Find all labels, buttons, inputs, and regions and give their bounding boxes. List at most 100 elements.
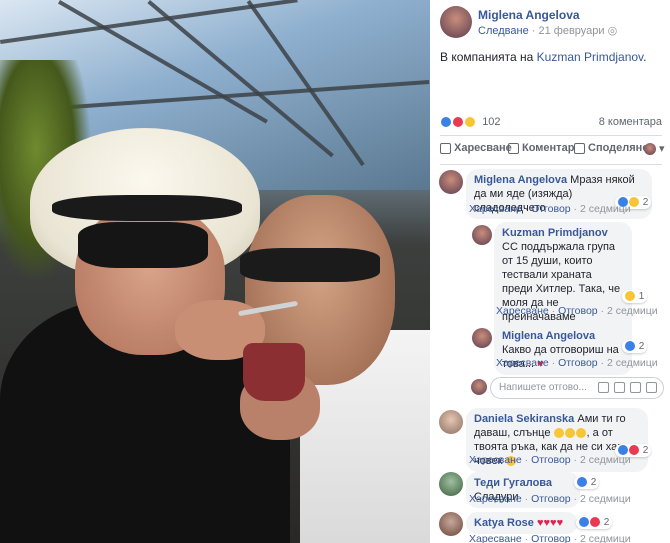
woman-sunglasses bbox=[78, 222, 208, 268]
sticker-icon[interactable] bbox=[646, 382, 657, 393]
mini-avatar bbox=[644, 142, 656, 155]
divider bbox=[440, 135, 662, 136]
haha-icon bbox=[625, 291, 635, 302]
chevron-down-icon: ▾ bbox=[659, 143, 665, 155]
comment-reply-link[interactable]: Отговор bbox=[531, 533, 571, 543]
emoji-icon bbox=[575, 428, 586, 439]
like-icon bbox=[625, 341, 635, 352]
reply-text: СС поддържала група от 15 души, които те… bbox=[502, 241, 621, 337]
reply-avatar[interactable] bbox=[472, 225, 492, 245]
post-meta: Следване · 21 февруари ◎ bbox=[478, 24, 617, 37]
comment-like-link[interactable]: Харесване bbox=[469, 203, 522, 215]
reply-actions: Харесване · Отговор · 2 седмици bbox=[496, 357, 658, 369]
reply-avatar[interactable] bbox=[472, 328, 492, 348]
comment-actions: Харесване · Отговор · 2 седмици bbox=[469, 454, 631, 466]
comment-actions: Харесване · Отговор · 2 седмици bbox=[469, 493, 631, 505]
comment-reaction-count: 2 bbox=[642, 197, 649, 208]
comment-author[interactable]: Daniela Sekiranska bbox=[474, 413, 574, 425]
comment-author[interactable]: Теди Гугалова bbox=[474, 477, 552, 489]
comment-reaction-count: 2 bbox=[642, 445, 649, 456]
thumbs-up-icon bbox=[440, 142, 451, 154]
gif-icon[interactable] bbox=[630, 382, 641, 393]
with-prefix: В компанията на bbox=[440, 50, 534, 64]
comment-avatar[interactable] bbox=[439, 410, 463, 434]
comment-like-link[interactable]: Харесване bbox=[469, 454, 522, 466]
comment-author[interactable]: Miglena Angelova bbox=[474, 174, 567, 186]
comment-button[interactable]: Коментар bbox=[508, 142, 574, 154]
avatar bbox=[439, 512, 463, 536]
like-icon bbox=[440, 116, 452, 129]
compose-avatar bbox=[471, 379, 487, 395]
avatar bbox=[472, 225, 492, 245]
emoji-icon bbox=[564, 428, 575, 439]
post-date[interactable]: 21 февруари bbox=[538, 25, 604, 37]
reply-reactions[interactable]: 1 bbox=[622, 290, 648, 303]
comment-avatar[interactable] bbox=[439, 170, 463, 194]
comment-icon bbox=[508, 142, 519, 154]
tagged-person[interactable]: Kuzman Primdjanov bbox=[537, 50, 644, 64]
comment-reaction-count: 2 bbox=[603, 517, 610, 528]
share-label: Споделяне bbox=[588, 142, 649, 154]
avatar bbox=[439, 410, 463, 434]
emoji-icon[interactable] bbox=[598, 382, 609, 393]
comment-reactions[interactable]: 2 bbox=[576, 516, 613, 529]
man-sunglasses bbox=[240, 248, 380, 282]
reply-reactions[interactable]: 2 bbox=[622, 340, 648, 353]
like-label: Харесване bbox=[454, 142, 512, 154]
reply-reply-link[interactable]: Отговор bbox=[558, 305, 598, 317]
comment-author[interactable]: Katya Rose bbox=[474, 517, 534, 529]
comment-time[interactable]: 2 седмици bbox=[580, 493, 631, 505]
audience-selector[interactable]: ▾ bbox=[644, 142, 665, 155]
follow-link[interactable]: Следване bbox=[478, 25, 529, 37]
comment-time[interactable]: 2 седмици bbox=[580, 203, 631, 215]
reaction-count[interactable]: 102 bbox=[482, 116, 500, 128]
comment-actions: Харесване · Отговор · 2 седмици bbox=[469, 533, 631, 543]
comment-reply-link[interactable]: Отговор bbox=[531, 493, 571, 505]
comment-count[interactable]: 8 коментара bbox=[599, 116, 662, 128]
comment-label: Коментар bbox=[522, 142, 575, 154]
reply-reply-link[interactable]: Отговор bbox=[558, 357, 598, 369]
reaction-summary[interactable]: 102 8 коментара bbox=[440, 116, 662, 130]
share-icon bbox=[574, 142, 585, 154]
emoji-icon bbox=[553, 428, 564, 439]
like-button[interactable]: Харесване bbox=[440, 142, 512, 154]
avatar bbox=[471, 379, 487, 395]
ice-cream-cup bbox=[243, 343, 305, 401]
reply-time[interactable]: 2 седмици bbox=[607, 357, 658, 369]
reply-reaction-count: 2 bbox=[638, 341, 645, 352]
globe-icon: ◎ bbox=[607, 25, 618, 37]
post-author[interactable]: Miglena Angelova bbox=[478, 8, 580, 22]
hat-band bbox=[52, 195, 242, 221]
compose-tools bbox=[593, 382, 657, 396]
comment-avatar[interactable] bbox=[439, 472, 463, 496]
avatar[interactable] bbox=[440, 6, 472, 38]
comment-bubble: Katya Rose ♥♥♥♥ bbox=[466, 512, 578, 534]
like-icon bbox=[577, 477, 587, 488]
comment-reaction-count: 2 bbox=[590, 477, 597, 488]
reply-input[interactable]: Напишете отгово... bbox=[490, 377, 664, 399]
comment-time[interactable]: 2 седмици bbox=[580, 533, 631, 543]
share-button[interactable]: Споделяне bbox=[574, 142, 648, 154]
author-avatar[interactable] bbox=[440, 6, 472, 38]
post-viewer: Miglena Angelova Следване · 21 февруари … bbox=[0, 0, 670, 543]
action-bar: Харесване Коментар Споделяне ▾ bbox=[434, 142, 666, 160]
reply-like-link[interactable]: Харесване bbox=[496, 357, 549, 369]
comment-actions: Харесване · Отговор · 2 седмици bbox=[469, 203, 631, 215]
camera-icon[interactable] bbox=[614, 382, 625, 393]
post-photo[interactable] bbox=[0, 0, 430, 543]
avatar bbox=[439, 472, 463, 496]
reply-time[interactable]: 2 седмици bbox=[607, 305, 658, 317]
reply-author[interactable]: Kuzman Primdjanov bbox=[502, 227, 608, 239]
comment-avatar[interactable] bbox=[439, 512, 463, 536]
comment-like-link[interactable]: Харесване bbox=[469, 533, 522, 543]
love-icon bbox=[590, 517, 600, 528]
reply-author[interactable]: Miglena Angelova bbox=[502, 330, 595, 342]
love-icon bbox=[452, 116, 465, 129]
comment-reply-link[interactable]: Отговор bbox=[531, 203, 571, 215]
like-icon bbox=[579, 517, 589, 528]
reply-like-link[interactable]: Харесване bbox=[496, 305, 549, 317]
comment-reply-link[interactable]: Отговор bbox=[531, 454, 571, 466]
comment-time[interactable]: 2 седмици bbox=[580, 454, 631, 466]
comment-like-link[interactable]: Харесване bbox=[469, 493, 522, 505]
comment-reactions[interactable]: 2 bbox=[574, 476, 600, 489]
